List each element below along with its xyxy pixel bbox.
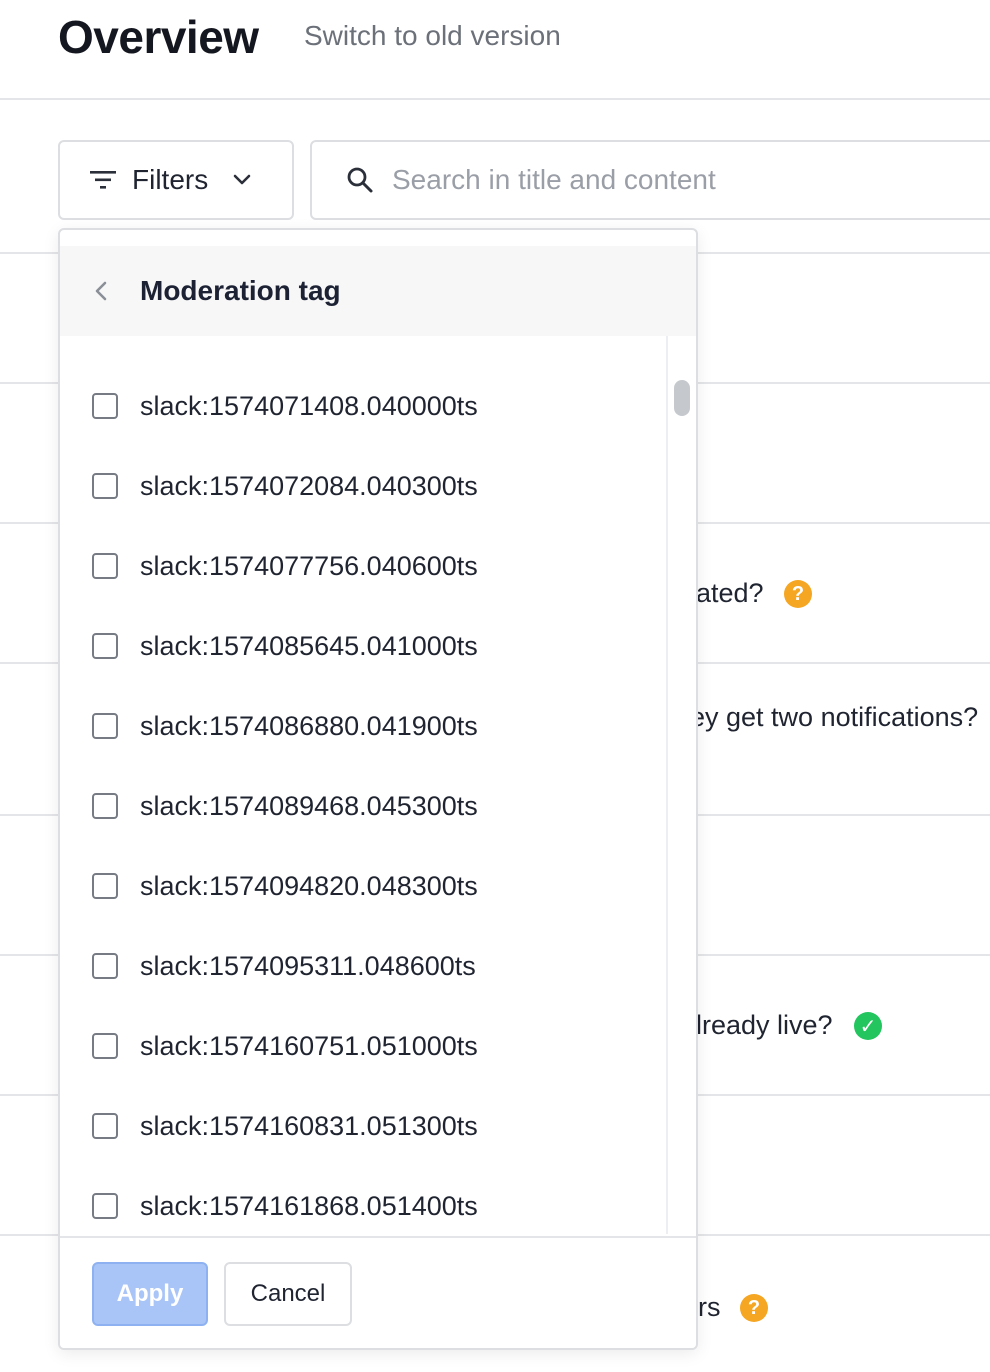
search-icon xyxy=(347,167,373,193)
option-label: slack:1574086880.041900ts xyxy=(140,710,478,741)
option-item[interactable]: slack:1574086880.041900ts xyxy=(60,686,666,766)
check-badge-icon: ✓ xyxy=(854,1012,882,1040)
option-label: slack:1574160751.051000ts xyxy=(140,1030,478,1061)
filters-label: Filters xyxy=(132,164,209,195)
option-item[interactable]: slack:1574072084.040300ts xyxy=(60,446,666,526)
dropdown-header: Moderation tag xyxy=(60,246,696,336)
checkbox[interactable] xyxy=(92,953,118,979)
search-input[interactable] xyxy=(392,164,952,196)
option-label: slack:1574089468.045300ts xyxy=(140,790,478,821)
checkbox[interactable] xyxy=(92,793,118,819)
checkbox[interactable] xyxy=(92,633,118,659)
option-item[interactable]: slack:1574071408.040000ts xyxy=(60,366,666,446)
option-label: slack:1574094820.048300ts xyxy=(140,870,478,901)
checkbox[interactable] xyxy=(92,713,118,739)
page-header: Overview Switch to old version xyxy=(0,0,990,100)
dropdown-title: Moderation tag xyxy=(140,275,341,306)
filter-icon xyxy=(90,171,116,189)
option-label: slack:1574160831.051300ts xyxy=(140,1110,478,1141)
option-label: slack:1574161868.051400ts xyxy=(140,1190,478,1221)
list-item-title: ey get two notifications? xyxy=(690,702,979,732)
scrollbar-thumb[interactable] xyxy=(674,380,690,416)
filters-button[interactable]: Filters xyxy=(58,140,294,220)
checkbox[interactable] xyxy=(92,553,118,579)
option-label: slack:1574077756.040600ts xyxy=(140,550,478,581)
search-box xyxy=(310,140,990,220)
option-label: slack:1574071408.040000ts xyxy=(140,390,478,421)
question-badge-icon: ? xyxy=(740,1294,768,1322)
option-item[interactable]: slack:1574077756.040600ts xyxy=(60,526,666,606)
apply-button[interactable]: Apply xyxy=(92,1262,208,1326)
option-item[interactable]: slack:1574085645.041000ts xyxy=(60,606,666,686)
option-item[interactable]: slack:1574089468.045300ts xyxy=(60,766,666,846)
checkbox[interactable] xyxy=(92,1033,118,1059)
option-item[interactable]: slack:1574160751.051000ts xyxy=(60,1006,666,1086)
checkbox[interactable] xyxy=(92,393,118,419)
chevron-down-icon xyxy=(233,174,251,185)
option-list[interactable]: slack:1574071408.040000ts slack:15740720… xyxy=(60,336,666,1234)
switch-version-link[interactable]: Switch to old version xyxy=(304,20,561,52)
page: Overview Switch to old version Filters a xyxy=(0,0,990,1372)
list-item-title: lready live? xyxy=(696,1010,833,1040)
option-item-partial[interactable] xyxy=(60,336,666,358)
list-item-title: rs xyxy=(698,1292,721,1322)
checkbox[interactable] xyxy=(92,473,118,499)
checkbox[interactable] xyxy=(92,1193,118,1219)
option-item[interactable]: slack:1574161868.051400ts xyxy=(60,1166,666,1234)
option-item[interactable]: slack:1574094820.048300ts xyxy=(60,846,666,926)
option-label: slack:1574072084.040300ts xyxy=(140,470,478,501)
option-label: slack:1574085645.041000ts xyxy=(140,630,478,661)
filter-dropdown: Moderation tag slack:1574071408.040000ts… xyxy=(58,228,698,1350)
option-label: slack:1574095311.048600ts xyxy=(140,950,476,981)
checkbox[interactable] xyxy=(92,1113,118,1139)
scrollbar-track[interactable] xyxy=(666,336,668,1234)
option-item[interactable]: slack:1574095311.048600ts xyxy=(60,926,666,1006)
cancel-button[interactable]: Cancel xyxy=(224,1262,352,1326)
list-item-title: ated? xyxy=(696,578,764,608)
dropdown-footer: Apply Cancel xyxy=(60,1236,696,1348)
question-badge-icon: ? xyxy=(784,580,812,608)
page-title: Overview xyxy=(58,11,259,63)
chevron-left-icon[interactable] xyxy=(92,278,110,304)
checkbox[interactable] xyxy=(92,873,118,899)
option-item[interactable]: slack:1574160831.051300ts xyxy=(60,1086,666,1166)
